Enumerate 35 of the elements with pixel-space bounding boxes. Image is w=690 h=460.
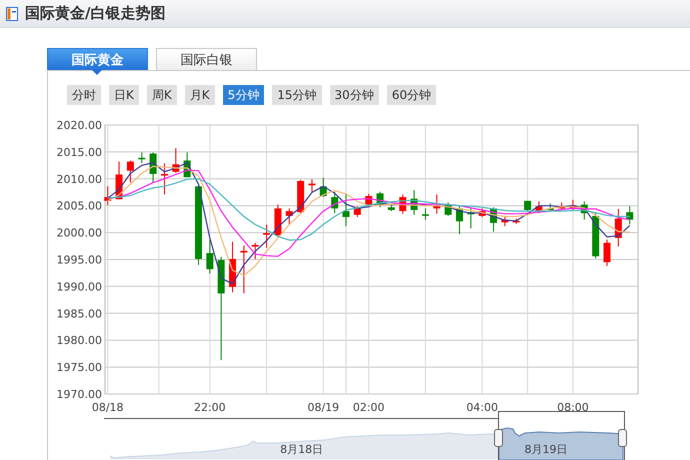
axis-label: 22:00 <box>194 401 226 414</box>
book-icon <box>6 6 18 20</box>
axis-label: 2005.00 <box>56 200 102 213</box>
period-button[interactable]: 日K <box>109 85 139 105</box>
axis-label: 02:00 <box>352 401 385 414</box>
axis-label: 04:00 <box>466 401 498 414</box>
axis-label: 08:00 <box>557 401 589 414</box>
axis-label: 1980.00 <box>56 334 102 348</box>
axis-label: 1970.00 <box>56 388 102 401</box>
tab[interactable]: 国际黄金 <box>47 48 148 70</box>
period-button[interactable]: 30分钟 <box>330 85 379 105</box>
axis-label: 1975.00 <box>56 361 102 374</box>
axis-label: 08/18 <box>92 401 124 414</box>
axis-label: 2010.00 <box>56 172 102 186</box>
range-handle-icon[interactable] <box>494 429 503 447</box>
pointer-icon <box>92 70 102 75</box>
axis-label: 2000.00 <box>56 226 102 240</box>
period-button[interactable]: 周K <box>146 85 177 105</box>
period-button[interactable]: 月K <box>184 85 215 105</box>
axis-label: 08/19 <box>307 401 340 414</box>
axis-label: 2015.00 <box>56 146 102 159</box>
date-label: 8月19日 <box>524 442 568 457</box>
axis-label: 1995.00 <box>56 254 102 266</box>
axis-label: 1990.00 <box>56 280 102 294</box>
tab[interactable]: 国际白银 <box>156 48 257 70</box>
axis-label: 1985.00 <box>56 307 102 320</box>
period-button[interactable]: 5分钟 <box>222 85 264 105</box>
period-button[interactable]: 分时 <box>67 85 101 105</box>
range-handle-icon[interactable] <box>618 429 627 447</box>
date-label: 8月18日 <box>280 442 324 457</box>
axis-label: 2020.00 <box>56 119 102 132</box>
range-selection[interactable] <box>498 411 625 460</box>
period-button[interactable]: 60分钟 <box>386 85 436 105</box>
page-title: 国际黄金/白银走势图 <box>25 4 166 23</box>
period-button[interactable]: 15分钟 <box>272 85 322 105</box>
